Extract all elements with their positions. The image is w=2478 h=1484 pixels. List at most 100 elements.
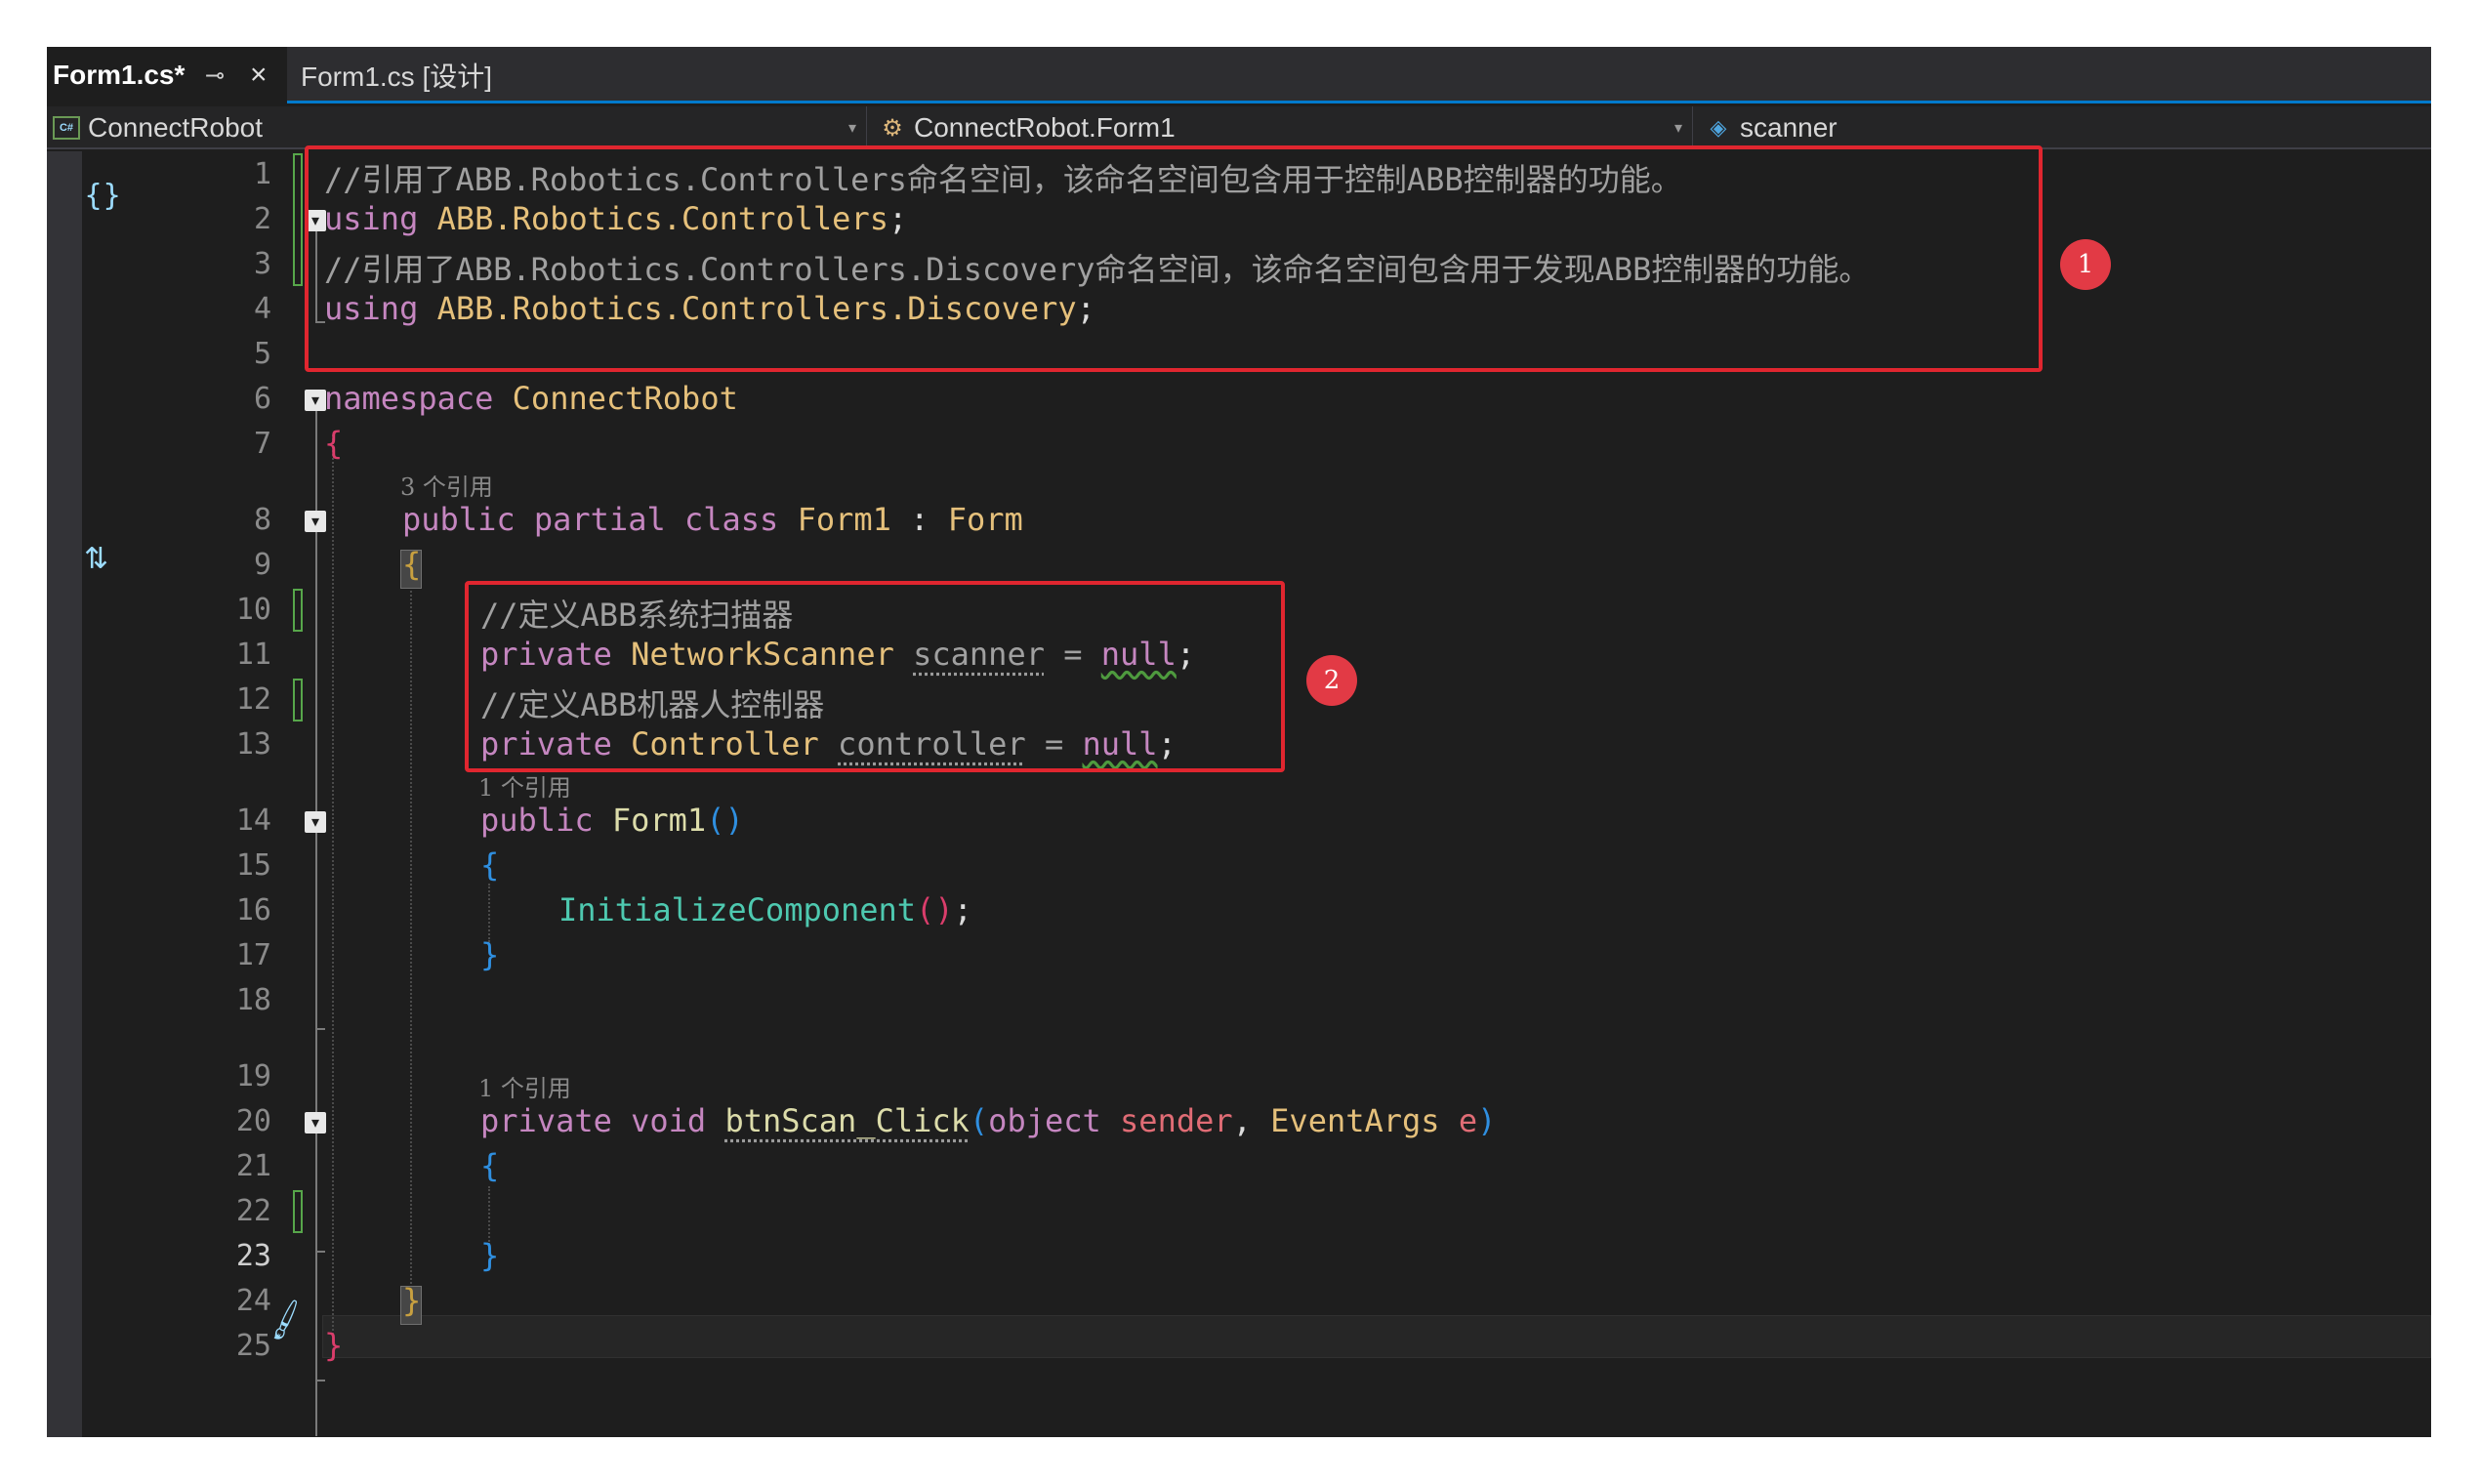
- navigation-bar: C# ConnectRobot ▾ ⚙ ConnectRobot.Form1 ▾…: [47, 106, 2431, 149]
- outline-line: [315, 411, 317, 1436]
- code-line-16: InitializeComponent();: [558, 891, 972, 928]
- line-number: 20: [235, 1104, 271, 1138]
- change-indicator: [293, 589, 303, 632]
- tab-label: Form1.cs*: [53, 60, 186, 90]
- code-line-7: {: [324, 425, 344, 462]
- collapse-toggle[interactable]: ▾: [305, 1112, 326, 1134]
- indent-guide: [332, 434, 334, 1335]
- line-number: 8: [253, 503, 271, 537]
- line-number: 15: [235, 848, 271, 883]
- param-name: sender: [1120, 1102, 1233, 1139]
- annotation-box-1: [305, 145, 2043, 372]
- annotation-box-2: [465, 581, 1285, 772]
- line-number: 11: [235, 638, 271, 672]
- line-number: 16: [235, 893, 271, 928]
- line-number: 22: [235, 1194, 271, 1228]
- project-name: ConnectRobot: [88, 112, 264, 143]
- collapse-toggle[interactable]: ▾: [305, 390, 326, 411]
- keyword: public: [480, 802, 594, 839]
- line-number: 4: [253, 292, 271, 326]
- tab-label: Form1.cs [设计]: [301, 62, 493, 92]
- line-number: 12: [235, 682, 271, 717]
- code-line-8: public partial class Form1 : Form: [402, 501, 1023, 538]
- line-number: 1: [253, 157, 271, 191]
- keyword: private void: [480, 1102, 707, 1139]
- line-number: 9: [253, 548, 271, 582]
- annotation-badge-2: 2: [1306, 655, 1357, 706]
- code-line-14: public Form1(): [480, 802, 744, 839]
- method-name: btnScan_Click: [724, 1102, 970, 1139]
- change-indicator: [293, 1190, 303, 1233]
- reference-lens[interactable]: 1 个引用: [478, 768, 571, 803]
- code-line-20: {: [480, 1147, 500, 1184]
- collapse-toggle[interactable]: ▾: [305, 811, 326, 833]
- code-line-9: {: [402, 546, 422, 583]
- indent-guide: [488, 1186, 490, 1245]
- line-number: 24: [235, 1284, 271, 1318]
- tab-form1-design[interactable]: Form1.cs [设计]: [297, 47, 492, 103]
- line-number: 19: [235, 1059, 271, 1093]
- class-name: Form1: [797, 501, 891, 538]
- code-line-17: }: [480, 936, 500, 973]
- reference-lens[interactable]: 1 个引用: [478, 1069, 571, 1103]
- csharp-project-icon: C#: [53, 116, 80, 140]
- method-call: InitializeComponent: [558, 891, 917, 928]
- line-number: 18: [235, 983, 271, 1017]
- line-number: 25: [235, 1329, 271, 1363]
- line-number: 2: [253, 202, 271, 236]
- close-icon[interactable]: ×: [250, 59, 268, 92]
- code-line-15: {: [480, 846, 500, 884]
- member-name: scanner: [1740, 112, 1838, 143]
- line-number: 13: [235, 727, 271, 762]
- member-dropdown[interactable]: ◈ scanner: [1699, 106, 2421, 149]
- param-type: EventArgs: [1270, 1102, 1440, 1139]
- line-number: 6: [253, 382, 271, 416]
- outline-end: [315, 1251, 325, 1253]
- indent-guide: [410, 552, 412, 1284]
- base-class: Form: [947, 501, 1023, 538]
- code-line-6: namespace ConnectRobot: [324, 380, 738, 417]
- line-number: 5: [253, 337, 271, 371]
- class-icon: ⚙: [882, 114, 903, 142]
- code-editor[interactable]: {} ⇅ 🖌 1 2 3 4 5 6 7 8 9 10 11 12 13 14 …: [47, 145, 2431, 1437]
- code-line-24: }: [324, 1327, 344, 1364]
- line-number: 14: [235, 804, 271, 838]
- pin-icon[interactable]: ⊸: [205, 62, 225, 90]
- reference-lens[interactable]: 3 个引用: [400, 468, 493, 502]
- inheritance-icon: ⇅: [84, 542, 109, 576]
- line-number: 10: [235, 593, 271, 627]
- line-number: 17: [235, 938, 271, 972]
- collapse-toggle[interactable]: ▾: [305, 511, 326, 532]
- change-indicator: [293, 153, 303, 286]
- outline-end: [315, 1380, 325, 1381]
- code-line-19: private void btnScan_Click(object sender…: [480, 1102, 1497, 1139]
- tab-form1-cs[interactable]: Form1.cs* ⊸ ×: [47, 47, 287, 103]
- glyph-margin: [47, 151, 82, 1437]
- line-number: 23: [235, 1239, 271, 1273]
- namespace-icon: {}: [84, 179, 122, 213]
- chevron-down-icon: ▾: [847, 120, 856, 137]
- outline-end: [315, 1028, 325, 1030]
- namespace-name: ConnectRobot: [512, 380, 738, 417]
- param-name: e: [1458, 1102, 1478, 1139]
- line-number: 21: [235, 1149, 271, 1183]
- param-type: object: [988, 1102, 1101, 1139]
- code-line-23: }: [402, 1282, 422, 1319]
- project-dropdown[interactable]: C# ConnectRobot ▾: [47, 106, 867, 149]
- field-icon: ◈: [1710, 115, 1727, 140]
- document-tab-strip: Form1.cs* ⊸ × Form1.cs [设计]: [47, 47, 2431, 103]
- keyword: public partial class: [402, 501, 779, 538]
- constructor-name: Form1: [611, 802, 707, 839]
- type-name: ConnectRobot.Form1: [914, 112, 1176, 143]
- visual-studio-window: Form1.cs* ⊸ × Form1.cs [设计] C# ConnectRo…: [47, 47, 2431, 1437]
- indent-guide: [488, 884, 490, 942]
- type-dropdown[interactable]: ⚙ ConnectRobot.Form1 ▾: [873, 106, 1693, 149]
- line-number: 3: [253, 247, 271, 281]
- current-line-highlight: [322, 1315, 2431, 1358]
- change-indicator: [293, 679, 303, 721]
- code-line-22: }: [480, 1237, 500, 1274]
- line-number: 7: [253, 427, 271, 461]
- keyword: namespace: [324, 380, 494, 417]
- chevron-down-icon: ▾: [1673, 120, 1682, 137]
- annotation-badge-1: 1: [2060, 239, 2111, 290]
